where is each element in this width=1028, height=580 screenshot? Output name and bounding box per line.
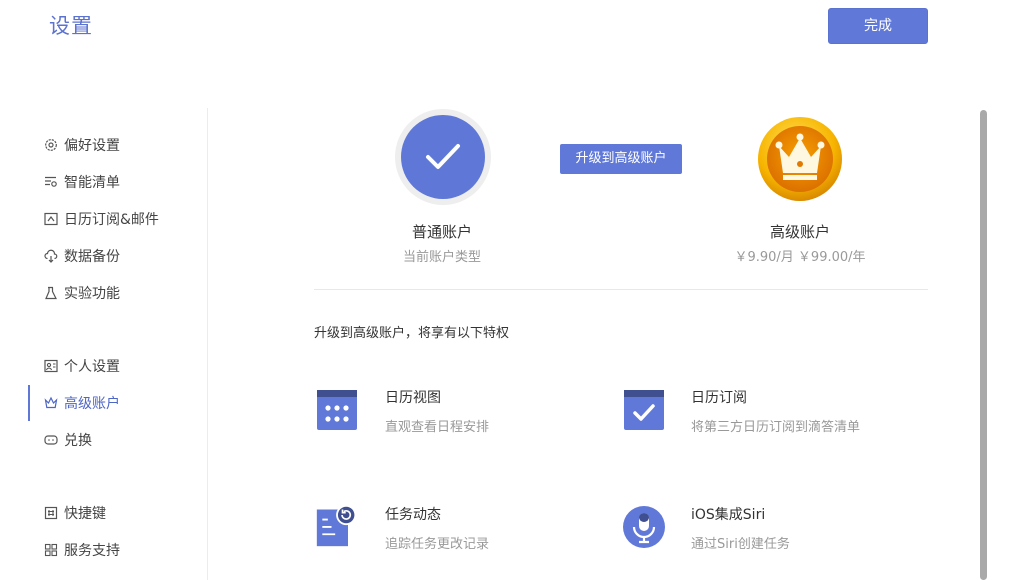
checkmark-icon: [426, 144, 460, 169]
basic-account-badge: [395, 109, 491, 205]
divider: [314, 289, 928, 290]
sidebar-item-premium[interactable]: 高级账户: [28, 385, 208, 421]
sidebar-item-label: 快捷键: [64, 506, 106, 522]
sidebar-item-label: 兑换: [64, 433, 92, 449]
smart-list-icon: [44, 175, 58, 189]
upgrade-button[interactable]: 升级到高级账户: [560, 144, 682, 174]
feature-title: iOS集成Siri: [691, 507, 766, 523]
feature-title: 日历视图: [385, 390, 441, 406]
sidebar-item-shortcuts[interactable]: 快捷键: [28, 495, 208, 531]
sidebar: 偏好设置 智能清单 日历订阅&邮件 数据备份 实验功能 个人设置 高级账户 兑换…: [0, 108, 208, 580]
keyboard-icon: [44, 506, 58, 520]
features-heading: 升级到高级账户，将享有以下特权: [314, 326, 510, 341]
sidebar-item-label: 智能清单: [64, 175, 120, 191]
sidebar-item-backup[interactable]: 数据备份: [28, 238, 208, 274]
sidebar-item-label: 个人设置: [64, 359, 120, 375]
feature-desc: 通过Siri创建任务: [691, 537, 790, 552]
sidebar-item-label: 高级账户: [64, 396, 120, 412]
feature-desc: 直观查看日程安排: [385, 420, 490, 435]
scrollbar[interactable]: [980, 110, 987, 580]
page-title: 设置: [49, 14, 93, 38]
task-history-icon: [316, 504, 357, 547]
sidebar-item-preferences[interactable]: 偏好设置: [28, 127, 208, 163]
ticket-icon: [44, 433, 58, 447]
sidebar-item-redeem[interactable]: 兑换: [28, 422, 208, 458]
done-button[interactable]: 完成: [828, 8, 928, 44]
cloud-backup-icon: [44, 249, 58, 263]
sidebar-item-label: 偏好设置: [64, 138, 120, 154]
gear-icon: [44, 138, 58, 152]
feature-desc: 将第三方日历订阅到滴答清单: [691, 420, 861, 435]
calendar-check-icon: [624, 390, 664, 430]
feature-title: 日历订阅: [691, 390, 747, 406]
sidebar-item-support[interactable]: 服务支持: [28, 532, 208, 568]
sidebar-item-calendar-mail[interactable]: 日历订阅&邮件: [28, 201, 208, 237]
sidebar-item-profile[interactable]: 个人设置: [28, 348, 208, 384]
calendar-grid-icon: [317, 390, 357, 430]
sidebar-item-label: 实验功能: [64, 286, 120, 302]
sidebar-item-label: 日历订阅&邮件: [64, 212, 159, 228]
sidebar-item-smart-list[interactable]: 智能清单: [28, 164, 208, 200]
sidebar-item-labs[interactable]: 实验功能: [28, 275, 208, 311]
flask-icon: [44, 286, 58, 300]
profile-card-icon: [44, 359, 58, 373]
premium-price: ￥9.90/月 ￥99.00/年: [734, 250, 866, 265]
feature-desc: 追踪任务更改记录: [385, 537, 490, 552]
calendar-mail-icon: [44, 212, 58, 226]
microphone-icon: [623, 506, 665, 548]
sidebar-item-label: 服务支持: [64, 543, 120, 559]
basic-account-name: 普通账户: [411, 223, 472, 241]
premium-crown-icon: [758, 117, 842, 201]
crown-icon: [44, 396, 58, 410]
basic-account-subtitle: 当前账户类型: [402, 250, 481, 265]
feature-title: 任务动态: [385, 507, 441, 523]
premium-account-name: 高级账户: [769, 223, 830, 241]
sidebar-item-label: 数据备份: [64, 249, 120, 265]
grid-icon: [44, 543, 58, 557]
